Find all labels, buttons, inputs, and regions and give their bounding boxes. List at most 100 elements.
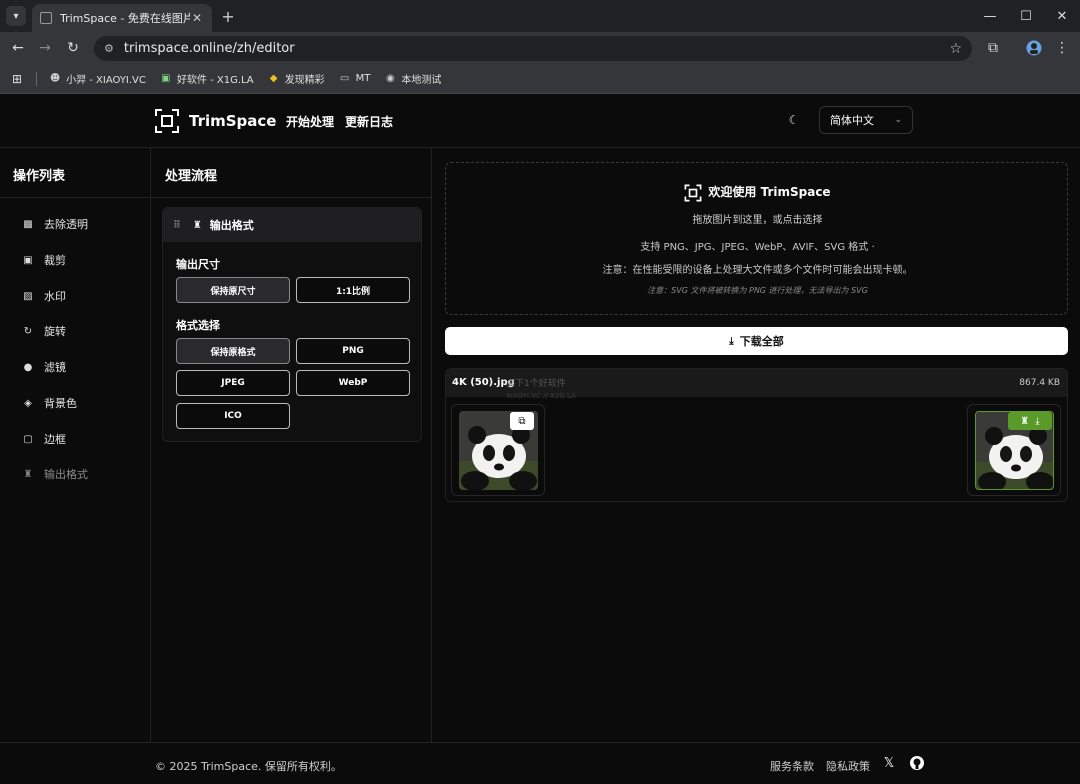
transparency-icon: ▩	[23, 218, 33, 230]
output-format-card: ⠿ ♜ 输出格式 输出尺寸 保持原尺寸 1:1比例 格式选择 保持原格式 PNG…	[162, 207, 422, 442]
copyright-text: © 2025 TrimSpace. 保留所有权利。	[155, 760, 342, 773]
brand-name[interactable]: TrimSpace	[189, 112, 276, 130]
bookmark-label: MT	[355, 73, 371, 84]
language-value: 简体中文	[830, 114, 874, 127]
file-card: 4K (50).jpg @下1个好软件 XIAOYI.VC // X1G.LA …	[445, 368, 1068, 502]
bookmarks-bar: ⊞ ☻ 小羿 - XIAOYI.VC ▣ 好软件 - X1G.LA ◆ 发现精彩 ▭ M…	[0, 64, 1080, 94]
output-size-label: 输出尺寸	[176, 258, 220, 271]
avatar-icon: ☻	[49, 73, 61, 84]
format-png-button[interactable]: PNG	[296, 338, 410, 364]
operation-rotate[interactable]: ↻ 旋转	[22, 323, 66, 339]
terms-link[interactable]: 服务条款	[770, 758, 814, 774]
operation-background-color[interactable]: ◈ 背景色	[22, 395, 77, 411]
extensions-icon[interactable]: ⧉	[983, 38, 1003, 58]
operations-title: 操作列表	[13, 169, 66, 184]
operation-watermark[interactable]: ▨ 水印	[22, 288, 66, 304]
reload-icon[interactable]: ↻	[63, 38, 83, 58]
processed-thumbnail-box: ♜ ⤓	[967, 404, 1061, 496]
drop-zone[interactable]: 欢迎使用 TrimSpace 拖放图片到这里，或点击选择 支持 PNG、JPG、…	[445, 162, 1068, 315]
tab-favicon-icon	[40, 12, 52, 24]
operation-filter[interactable]: ● 滤镜	[22, 359, 66, 375]
nav-start-processing[interactable]: 开始处理	[286, 113, 334, 130]
divider	[151, 197, 432, 198]
app-icon: ▣	[161, 73, 171, 84]
operation-label: 旋转	[44, 325, 66, 338]
download-icon: ⤓	[729, 335, 734, 347]
download-all-label: 下载全部	[739, 335, 784, 348]
preview-panel: 欢迎使用 TrimSpace 拖放图片到这里，或点击选择 支持 PNG、JPG、…	[432, 148, 1080, 742]
format-keep-original-button[interactable]: 保持原格式	[176, 338, 290, 364]
tab-close-icon[interactable]: ✕	[190, 11, 204, 25]
format-select-label: 格式选择	[176, 319, 220, 332]
discover-icon: ◆	[269, 73, 278, 84]
bookmark-star-icon[interactable]: ☆	[949, 41, 962, 57]
paint-bucket-icon: ◈	[24, 397, 32, 409]
theme-moon-icon[interactable]: ☾	[786, 112, 802, 128]
output-format-card-header[interactable]: ⠿ ♜ 输出格式	[163, 208, 421, 242]
globe-icon: ◉	[386, 73, 395, 84]
brush-icon: ♜	[1020, 415, 1030, 427]
compare-icon[interactable]: ⧉	[510, 412, 534, 430]
drag-handle-icon[interactable]: ⠿	[173, 220, 181, 231]
browser-menu-icon[interactable]: ⋮	[1052, 38, 1072, 58]
supported-formats: 支持 PNG、JPG、JPEG、WebP、AVIF、SVG 格式 ·	[640, 242, 875, 253]
maximize-icon[interactable]: ☐	[1016, 6, 1036, 26]
welcome-text: 欢迎使用 TrimSpace	[708, 185, 831, 199]
operation-label: 背景色	[44, 397, 77, 410]
performance-notice: 注意：在性能受限的设备上处理大文件或多个文件时可能会出现卡顿。	[602, 265, 913, 276]
workflow-title: 处理流程	[165, 169, 218, 184]
github-icon[interactable]	[909, 755, 925, 771]
format-jpeg-button[interactable]: JPEG	[176, 370, 290, 396]
back-arrow-icon[interactable]: ←	[8, 38, 28, 58]
language-select[interactable]: 简体中文 ⌄	[819, 106, 913, 134]
file-size: 867.4 KB	[1019, 378, 1060, 388]
format-ico-button[interactable]: ICO	[176, 403, 290, 429]
download-icon[interactable]: ⤓	[1035, 416, 1039, 427]
tab-search-chevron-icon[interactable]: ▾	[6, 6, 26, 26]
site-info-icon[interactable]: ⚙	[104, 42, 114, 55]
card-title: 输出格式	[209, 219, 254, 232]
privacy-link[interactable]: 隐私政策	[826, 758, 870, 774]
footer: © 2025 TrimSpace. 保留所有权利。 服务条款 隐私政策 𝕏	[0, 742, 1080, 784]
browser-tab[interactable]: TrimSpace - 免费在线图片编辑 ✕	[32, 4, 212, 32]
app-header: TrimSpace 开始处理 更新日志 ☾ 简体中文 ⌄	[0, 94, 1080, 148]
nav-changelog[interactable]: 更新日志	[345, 113, 393, 130]
bookmark-x1g[interactable]: ▣ 好软件 - X1G.LA	[160, 71, 253, 86]
apps-grid-icon[interactable]: ⊞	[12, 72, 22, 86]
operation-crop[interactable]: ▣ 裁剪	[22, 252, 66, 268]
rotate-icon: ↻	[23, 325, 33, 337]
svg-notice: 注意：SVG 文件将被转换为 PNG 进行处理，无法导出为 SVG	[647, 286, 868, 295]
new-tab-plus-icon[interactable]: +	[218, 6, 238, 26]
watermark-text: @下1个好软件	[506, 379, 566, 389]
profile-avatar-icon[interactable]	[1024, 38, 1044, 58]
browser-toolbar: ← → ↻ ⚙ trimspace.online/zh/editor ☆ ⧉ ⋮	[0, 32, 1080, 64]
minimize-icon[interactable]: —	[980, 6, 1000, 26]
original-thumbnail-box: ⧉	[451, 404, 545, 496]
operation-border[interactable]: ▢ 边框	[22, 431, 66, 447]
download-all-button[interactable]: ⤓ 下载全部	[445, 327, 1068, 355]
processed-badge[interactable]: ♜ ⤓	[1008, 412, 1052, 430]
operation-output-format[interactable]: ♜ 输出格式	[22, 466, 88, 482]
browser-tab-bar: ▾ TrimSpace - 免费在线图片编辑 ✕ + — ☐ ✕	[0, 0, 1080, 32]
bookmark-xiaoyi[interactable]: ☻ 小羿 - XIAOYI.VC	[49, 71, 146, 86]
chevron-down-icon: ⌄	[894, 115, 902, 125]
bookmark-discover[interactable]: ◆ 发现精彩	[268, 71, 325, 86]
operation-label: 去除透明	[44, 218, 88, 231]
drop-zone-title: 欢迎使用 TrimSpace	[446, 183, 1069, 202]
size-square-button[interactable]: 1:1比例	[296, 277, 410, 303]
operation-label: 滤镜	[44, 361, 66, 374]
image-icon: ▨	[23, 290, 33, 302]
bookmark-mt[interactable]: ▭ MT	[339, 73, 371, 85]
forward-arrow-icon[interactable]: →	[35, 38, 55, 58]
address-bar[interactable]: ⚙ trimspace.online/zh/editor ☆	[94, 36, 972, 61]
window-close-icon[interactable]: ✕	[1052, 6, 1072, 26]
bookmark-label: 小羿 - XIAOYI.VC	[66, 75, 146, 86]
bookmark-separator	[36, 71, 38, 86]
bookmark-local-test[interactable]: ◉ 本地测试	[384, 71, 441, 86]
operation-remove-transparency[interactable]: ▩ 去除透明	[22, 216, 88, 232]
folder-icon: ▭	[339, 73, 350, 84]
x-twitter-icon[interactable]: 𝕏	[881, 755, 897, 771]
format-webp-button[interactable]: WebP	[296, 370, 410, 396]
size-keep-original-button[interactable]: 保持原尺寸	[176, 277, 290, 303]
url-text: trimspace.online/zh/editor	[123, 41, 295, 56]
